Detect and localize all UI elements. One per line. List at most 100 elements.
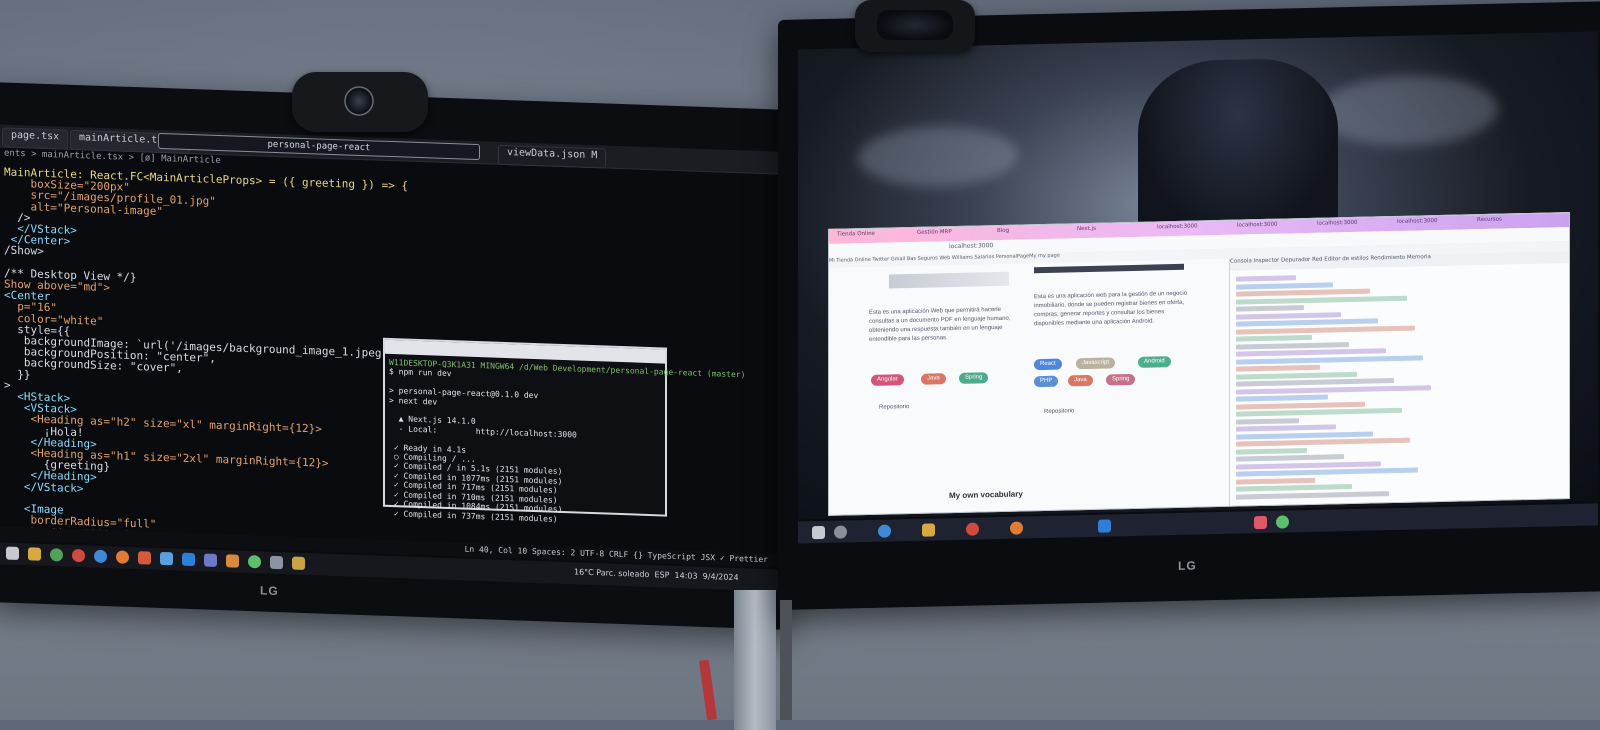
devtools-code-line [1236, 334, 1312, 342]
devtools-code-line [1236, 295, 1407, 305]
firefox-icon[interactable] [116, 550, 129, 564]
search-icon[interactable] [834, 525, 847, 539]
clock-time[interactable]: 14:03 [675, 571, 698, 581]
terminal-output: W11DESKTOP-Q3K1A31 MINGW64 /d/Web Develo… [389, 358, 745, 527]
devtools-code-line [1236, 305, 1304, 312]
devtools-code-line [1236, 483, 1352, 492]
chrome-icon[interactable] [50, 548, 63, 562]
tech-badge: Java [921, 373, 946, 385]
devtools-code-line [1236, 348, 1386, 357]
webcam-lens [877, 10, 953, 40]
devtools-code-line [1236, 394, 1328, 402]
right-monitor-stand [780, 600, 792, 720]
repository-link[interactable]: Repositorio [879, 404, 909, 411]
portfolio-page: Esta es una aplicación Web que permitirá… [829, 258, 1229, 515]
devtools-code-line [1236, 454, 1344, 462]
project-description: Esta es una aplicación Web que permitirá… [869, 306, 1011, 343]
spotify-icon[interactable] [1276, 515, 1289, 529]
spotify-icon[interactable] [248, 555, 261, 569]
devtools-code-line [1236, 490, 1389, 500]
terminal-window[interactable]: W11DESKTOP-Q3K1A31 MINGW64 /d/Web Develo… [383, 337, 745, 523]
devtools-code-line [1236, 281, 1333, 290]
clock-date[interactable]: 9/4/2024 [703, 572, 739, 582]
vscode-icon[interactable] [1098, 519, 1111, 533]
devtools-code-line [1236, 311, 1341, 320]
app-icon[interactable] [160, 551, 173, 566]
editor-tab-page[interactable]: page.tsx [2, 127, 69, 150]
folder-icon[interactable] [922, 523, 935, 537]
left-webcam [292, 72, 428, 132]
tech-badge: React [1034, 358, 1062, 371]
vscode-icon[interactable] [182, 552, 195, 567]
webcam-lens [344, 86, 374, 116]
app-icon[interactable] [292, 556, 305, 571]
devtools-code-line [1236, 378, 1394, 387]
devtools-code-line [1236, 341, 1349, 350]
right-monitor: Tienda Online Gestión MRP Blog Next.js local… [778, 0, 1600, 610]
devtools-panel: Consola Inspector Depurador Red Editor d… [1229, 251, 1570, 506]
browser-tab[interactable]: Gestión MRP [917, 229, 952, 240]
devtools-code-line [1236, 371, 1357, 380]
devtools-code-line [1236, 384, 1431, 395]
devtools-code-line [1236, 288, 1370, 297]
tech-badge: Angular [871, 374, 904, 386]
opera-icon[interactable] [72, 548, 85, 563]
right-webcam [855, 0, 975, 52]
devtools-code-line [1236, 467, 1418, 477]
devtools-code-line [1236, 437, 1410, 447]
app-icon[interactable] [226, 554, 239, 568]
browser-tab[interactable]: localhost:3000 [1237, 222, 1278, 233]
edge-icon[interactable] [878, 524, 891, 538]
tech-badge: Spring [1106, 373, 1136, 386]
devtools-code-line [1236, 417, 1299, 425]
folder-icon[interactable] [28, 547, 41, 561]
devtools-code-line [1236, 430, 1373, 440]
left-monitor: page.tsx mainArticle.tsx M personal-page… [0, 82, 790, 630]
language-indicator[interactable]: ESP [654, 570, 669, 580]
app-icon[interactable] [270, 555, 283, 570]
wallpaper-figure [1138, 57, 1338, 242]
weather-widget[interactable]: 16°C Parc. soleado ESP 14:03 9/4/2024 [574, 567, 739, 582]
tech-badge: Java [1068, 374, 1093, 387]
browser-tab[interactable]: Recursos [1477, 217, 1502, 228]
url-text[interactable]: localhost:3000 [949, 242, 993, 250]
devtools-code-line [1236, 407, 1402, 417]
section-heading: My own vocabulary [949, 489, 1023, 501]
desktop-wallpaper: Tienda Online Gestión MRP Blog Next.js local… [798, 31, 1598, 520]
browser-tab[interactable]: Blog [997, 228, 1009, 238]
devtools-code-line [1236, 318, 1378, 327]
firefox-icon[interactable] [1010, 521, 1023, 535]
edge-icon[interactable] [94, 549, 107, 564]
browser-tab[interactable]: Tienda Online [837, 231, 875, 242]
editor-tab-view-data[interactable]: viewData.json M [498, 144, 607, 169]
project-image [889, 271, 1009, 289]
lg-logo: LG [1178, 558, 1197, 573]
weather-text: 16°C Parc. soleado [574, 567, 650, 580]
browser-window: Tienda Online Gestión MRP Blog Next.js local… [828, 212, 1570, 516]
devtools-code-line [1236, 477, 1315, 485]
browser-tab[interactable]: localhost:3000 [1317, 220, 1358, 231]
devtools-code-line [1236, 447, 1307, 455]
repository-link[interactable]: Repositorio [1044, 408, 1074, 415]
app-icon[interactable] [204, 553, 217, 567]
browser-tab[interactable]: localhost:3000 [1157, 223, 1198, 234]
opera-icon[interactable] [966, 522, 979, 536]
devtools-code-line [1236, 364, 1320, 372]
browser-tab[interactable]: Next.js [1077, 226, 1096, 236]
devtools-code-line [1236, 424, 1336, 432]
wallpaper-cloud [1318, 73, 1498, 148]
left-monitor-stand [734, 590, 776, 730]
devtools-code-line [1236, 401, 1365, 410]
devtools-code-line [1236, 354, 1423, 365]
app-icon[interactable] [1254, 515, 1267, 530]
devtools-code-line [1236, 325, 1415, 335]
lg-logo: LG [260, 583, 279, 599]
brave-icon[interactable] [138, 551, 151, 565]
browser-tab[interactable]: localhost:3000 [1397, 218, 1438, 229]
project-image [1034, 263, 1184, 274]
start-icon[interactable] [812, 525, 825, 540]
tech-badge: Spring [959, 372, 989, 384]
devtools-code-line [1236, 275, 1296, 282]
start-icon[interactable] [6, 546, 19, 561]
tech-badge: Android [1138, 356, 1171, 368]
